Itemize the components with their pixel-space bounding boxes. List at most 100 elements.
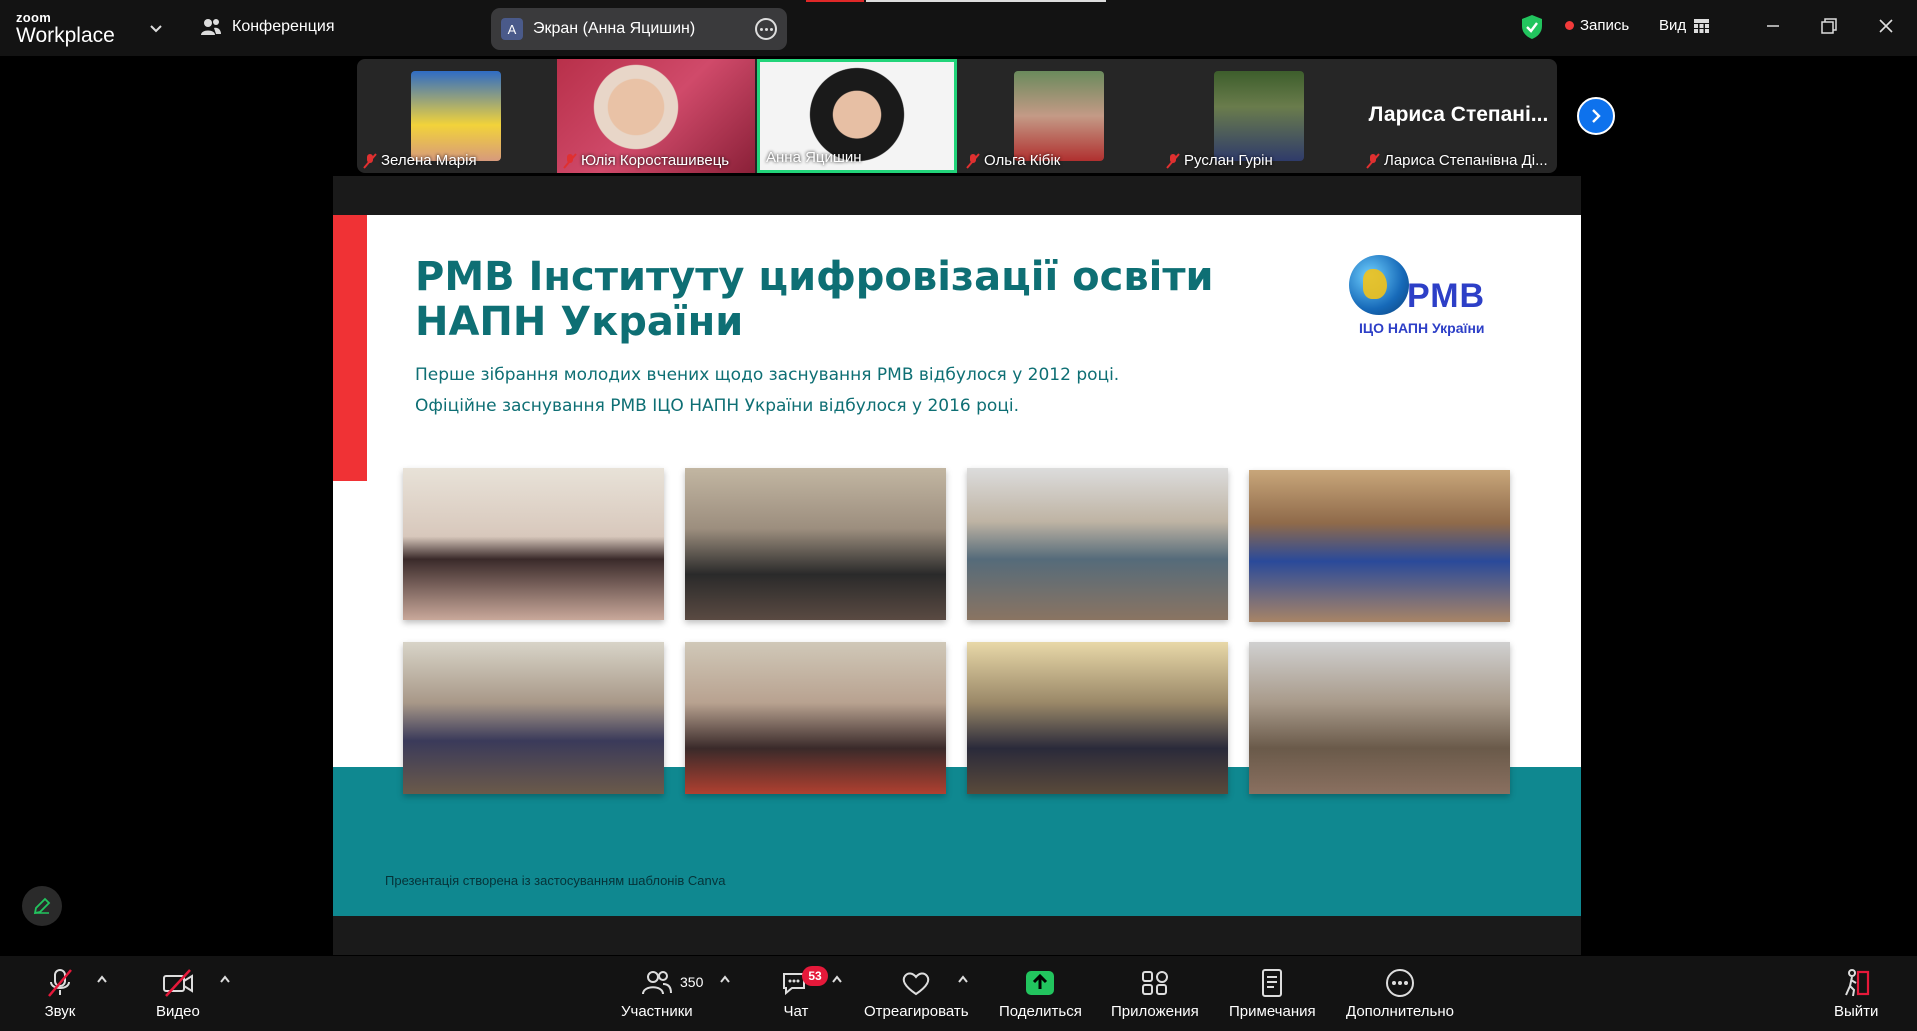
participant-big-name: Лариса Степані...	[1368, 103, 1549, 126]
record-button[interactable]: Запись	[1565, 17, 1629, 34]
share-label: Поделиться	[999, 1003, 1082, 1020]
photo-3	[967, 468, 1228, 620]
photo-4	[1249, 470, 1510, 622]
minimize-icon[interactable]	[1761, 14, 1785, 38]
restore-icon[interactable]	[1817, 14, 1841, 38]
participant-label: Юлія Короcташивець	[563, 152, 729, 169]
view-button[interactable]: Вид	[1659, 17, 1710, 34]
react-label: Отреагировать	[864, 1003, 969, 1020]
camera-off-icon	[162, 969, 193, 997]
notes-button[interactable]: Примечания	[1229, 968, 1316, 1020]
participant-video	[411, 71, 501, 161]
caret-up-icon[interactable]	[831, 974, 843, 984]
chat-label: Чат	[783, 1003, 809, 1020]
mic-muted-icon	[1366, 152, 1380, 169]
share-screen-icon	[1026, 971, 1055, 995]
audio-button[interactable]: Звук	[44, 968, 76, 1020]
participant-label: Руслан Гурін	[1166, 152, 1273, 169]
chat-unread-badge: 53	[802, 966, 828, 986]
participant-tile-active[interactable]: Анна Яцишин	[757, 59, 957, 173]
heart-icon	[903, 972, 930, 996]
top-bar: zoom Workplace Конференция A Экран (Анна…	[0, 0, 1917, 56]
video-button[interactable]: Видео	[156, 968, 200, 1020]
more-icon	[1385, 969, 1414, 997]
record-dot-icon	[1565, 21, 1574, 30]
slide-title-line2: НАПН України	[415, 299, 744, 345]
chevron-right-icon	[1592, 109, 1601, 123]
slide-title: РМВ Інституту цифровізації освіти НАПН У…	[415, 255, 1315, 345]
indicator-line-red	[806, 0, 864, 2]
mic-muted-icon	[563, 152, 577, 169]
leave-button[interactable]: Выйти	[1834, 968, 1878, 1020]
photo-6	[685, 642, 946, 794]
chevron-down-icon[interactable]	[148, 20, 164, 36]
participant-name: Ольга Кібік	[984, 152, 1061, 169]
photo-5	[403, 642, 664, 794]
participant-name: Руслан Гурін	[1184, 152, 1273, 169]
more-options-icon[interactable]	[755, 18, 777, 40]
slide-subtitle-2: Офіційне заснування РМВ ІЦО НАПН України…	[415, 396, 1020, 416]
participant-name: Зелена Марія	[381, 152, 477, 169]
participant-tile[interactable]: Зелена Марія	[357, 59, 555, 173]
slide-title-line1: РМВ Інституту цифровізації освіти	[415, 254, 1214, 300]
participant-tile[interactable]: Лариса Степані... Лариса Степанівна Ді..…	[1360, 59, 1557, 173]
participant-label: Ольга Кібік	[966, 152, 1060, 169]
presenter-avatar: A	[501, 18, 523, 40]
participant-video	[1014, 71, 1104, 161]
photo-7	[967, 642, 1228, 794]
apps-label: Приложения	[1111, 1003, 1199, 1020]
apps-icon	[1141, 971, 1168, 995]
rmv-logo: РМВ ІЦО НАПН України	[1349, 255, 1499, 345]
photo-2	[685, 468, 946, 620]
participant-video	[1214, 71, 1304, 161]
react-button[interactable]: Отреагировать	[864, 968, 969, 1020]
slide-subtitle-1: Перше зібрання молодих вчених щодо засну…	[415, 365, 1120, 385]
leave-icon	[1845, 969, 1870, 997]
participant-label: Лариса Степанівна Ді...	[1366, 152, 1548, 169]
caret-up-icon[interactable]	[219, 974, 231, 984]
meeting-toolbar: Звук Видео Участники 350 Чат 53 Отреагир…	[0, 956, 1917, 1031]
close-icon[interactable]	[1874, 14, 1898, 38]
participant-label: Анна Яцишин	[766, 149, 862, 166]
mic-muted-icon	[48, 969, 72, 997]
grid-icon	[1694, 18, 1710, 33]
share-label: Экран (Анна Яцишин)	[533, 20, 696, 37]
indicator-line-white	[866, 0, 1106, 2]
participants-icon	[641, 971, 672, 995]
caret-up-icon[interactable]	[957, 974, 969, 984]
caret-up-icon[interactable]	[719, 974, 731, 984]
caret-up-icon[interactable]	[96, 974, 108, 984]
brand-small: zoom	[16, 10, 52, 25]
participant-tile[interactable]: Ольга Кібік	[960, 59, 1158, 173]
more-label: Дополнительно	[1346, 1003, 1454, 1020]
presentation-slide: РМВ Інституту цифровізації освіти НАПН У…	[333, 215, 1581, 916]
zoom-logo[interactable]: zoom Workplace	[16, 11, 115, 46]
annotate-button[interactable]	[22, 886, 62, 926]
conference-button[interactable]: Конференция	[200, 17, 335, 37]
participant-tile[interactable]: Руслан Гурін	[1160, 59, 1358, 173]
participants-count: 350	[680, 974, 704, 990]
slide-red-accent	[333, 215, 367, 481]
next-page-button[interactable]	[1577, 97, 1615, 135]
mic-muted-icon	[1166, 152, 1180, 169]
participant-name: Юлія Короcташивець	[581, 152, 730, 169]
conference-label: Конференция	[232, 18, 335, 35]
screen-share-indicator[interactable]: A Экран (Анна Яцишин)	[491, 8, 787, 50]
pencil-icon	[33, 897, 51, 915]
participants-label: Участники	[621, 1003, 693, 1020]
audio-label: Звук	[44, 1003, 76, 1020]
record-label: Запись	[1580, 17, 1630, 34]
apps-button[interactable]: Приложения	[1111, 968, 1199, 1020]
security-shield-icon[interactable]	[1520, 14, 1544, 40]
slide-footer-note: Презентація створена із застосуванням ша…	[385, 873, 726, 888]
leave-label: Выйти	[1834, 1003, 1879, 1020]
participant-label: Зелена Марія	[363, 152, 477, 169]
globe-icon	[1349, 255, 1409, 315]
logo-text: РМВ	[1407, 277, 1486, 315]
notes-icon	[1262, 969, 1283, 997]
share-screen-button[interactable]: Поделиться	[999, 968, 1082, 1020]
brand-large: Workplace	[16, 24, 115, 47]
photo-8	[1249, 642, 1510, 794]
more-button[interactable]: Дополнительно	[1346, 968, 1454, 1020]
participant-tile[interactable]: Юлія Короcташивець	[557, 59, 755, 173]
